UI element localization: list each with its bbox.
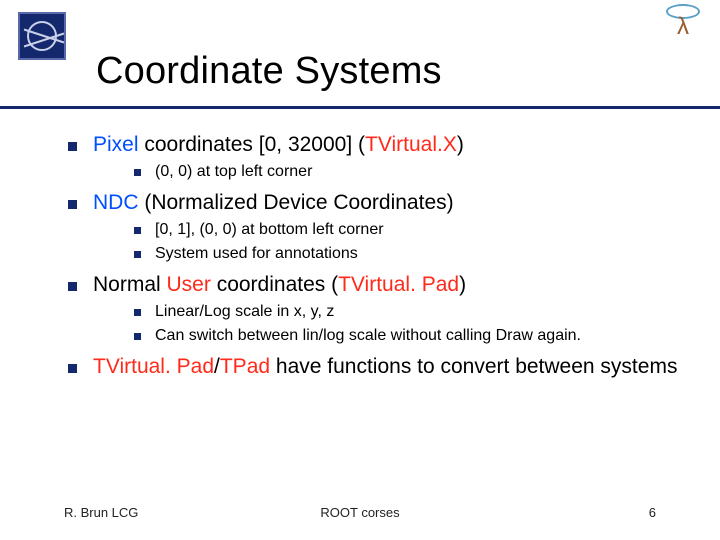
- bullet-ndc: NDC (Normalized Device Coordinates) [0, …: [68, 190, 690, 264]
- bullet-icon: [134, 169, 141, 176]
- sub-bullet: Linear/Log scale in x, y, z: [134, 302, 690, 322]
- class-tpad: TPad: [220, 355, 270, 378]
- sub-bullet: [0, 1], (0, 0) at bottom left corner: [134, 220, 690, 240]
- slide-title: Coordinate Systems: [96, 50, 442, 93]
- bullet-icon: [68, 282, 77, 291]
- sub-bullet: System used for annotations: [134, 244, 690, 264]
- project-logo-right: λ: [666, 4, 700, 37]
- bullet-icon: [68, 364, 77, 373]
- footer-title: ROOT corses: [320, 505, 399, 520]
- bullet-icon: [134, 251, 141, 258]
- class-tvirtualpad: TVirtual. Pad: [93, 355, 214, 378]
- title-underline: [0, 106, 720, 109]
- sub-bullet: Can switch between lin/log scale without…: [134, 326, 690, 346]
- bullet-pixel: Pixel coordinates [0, 32000] (TVirtual.X…: [68, 132, 690, 182]
- term-ndc: NDC: [93, 191, 139, 214]
- bullet-icon: [134, 309, 141, 316]
- project-logo-stem: λ: [677, 17, 689, 37]
- bullet-normal-user: Normal User coordinates (TVirtual. Pad) …: [68, 272, 690, 346]
- sub-bullet: (0, 0) at top left corner: [134, 162, 690, 182]
- sub-text: (0, 0) at top left corner: [155, 162, 312, 182]
- sub-text: System used for annotations: [155, 244, 358, 264]
- slide-content: Pixel coordinates [0, 32000] (TVirtual.X…: [68, 128, 690, 383]
- sub-text: Linear/Log scale in x, y, z: [155, 302, 334, 322]
- bullet-conversion: TVirtual. Pad/TPad have functions to con…: [68, 354, 690, 381]
- class-tvirtualx: TVirtual.X: [365, 133, 457, 156]
- bullet-icon: [134, 333, 141, 340]
- class-tvirtualpad: TVirtual. Pad: [338, 273, 459, 296]
- sub-text: Can switch between lin/log scale without…: [155, 326, 581, 346]
- bullet-text: Normal User coordinates (TVirtual. Pad): [93, 272, 466, 299]
- bullet-text: TVirtual. Pad/TPad have functions to con…: [93, 354, 677, 381]
- sub-text: [0, 1], (0, 0) at bottom left corner: [155, 220, 384, 240]
- org-logo-glyph: [27, 21, 57, 51]
- slide: λ Coordinate Systems Pixel coordinates […: [0, 0, 720, 540]
- org-logo-left: [18, 12, 66, 60]
- footer-page-number: 6: [649, 505, 656, 520]
- bullet-text: NDC (Normalized Device Coordinates): [93, 190, 454, 217]
- bullet-icon: [134, 227, 141, 234]
- term-pixel: Pixel: [93, 133, 139, 156]
- footer-author: R. Brun LCG: [64, 505, 138, 520]
- bullet-icon: [68, 200, 77, 209]
- bullet-text: Pixel coordinates [0, 32000] (TVirtual.X…: [93, 132, 464, 159]
- bullet-icon: [68, 142, 77, 151]
- term-user: User: [167, 273, 211, 296]
